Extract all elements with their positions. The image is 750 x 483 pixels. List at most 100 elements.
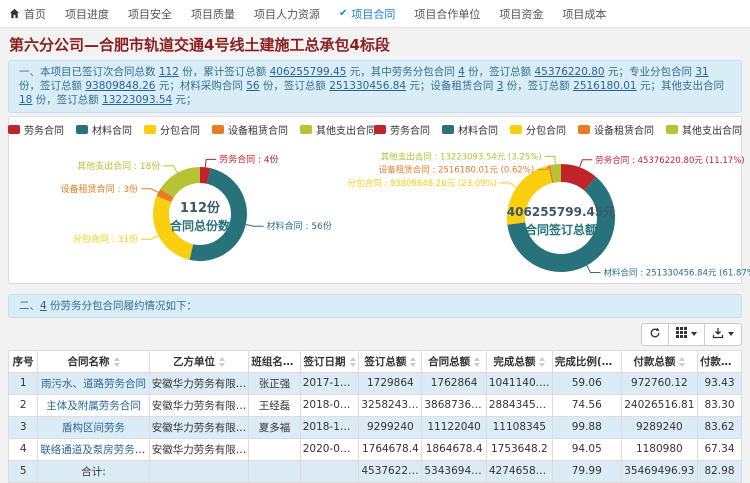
legend-item[interactable]: 分包合同 [510, 122, 566, 137]
contract-name-link[interactable]: 主体及附属劳务合同 [46, 400, 141, 412]
sort-icon [114, 357, 120, 367]
summary-number-link[interactable]: 56 [246, 80, 259, 92]
col-header-label: 付款比例(%) [700, 356, 742, 368]
nav-item-2[interactable]: 项目安全 [128, 6, 172, 22]
col-header-10[interactable]: 付款比例(%) [697, 350, 741, 372]
contract-name-link[interactable]: 盾构区间劳务 [62, 422, 125, 434]
cell-no: 5 [9, 460, 38, 482]
slice-callout: 设备租赁合同 : 2516180.01元 (0.62%) [379, 164, 534, 175]
cell-date: 2018-10-10 [300, 416, 359, 438]
callout-line [500, 182, 517, 187]
summary-number-link[interactable]: 45376220.80 [534, 66, 604, 78]
col-header-8[interactable]: 完成比例(%) [552, 350, 621, 372]
table-header-row: 序号合同名称乙方单位班组名称签订日期签订总额 合同总额 完成总额完成比例(%)付款总… [9, 350, 742, 372]
col-header-9[interactable]: 付款总额 [621, 350, 697, 372]
nav-item-6[interactable]: 项目合作单位 [414, 6, 480, 22]
cell-no: 1 [9, 372, 38, 394]
section2-number-link[interactable]: 4 [40, 300, 47, 312]
chart-legend: 劳务合同 材料合同分包合同设备租赁合同其他支出合同 [9, 117, 375, 137]
cell-no: 2 [9, 394, 38, 416]
col-header-4[interactable]: 签订日期 [300, 350, 359, 372]
cell-signed: 1764678.4 [359, 438, 422, 460]
col-header-label: 签订总额 [364, 356, 406, 368]
text-segment: 元；其他支出合同 [637, 80, 724, 92]
col-header-7[interactable]: 完成总额 [486, 350, 552, 372]
cell-completed_pct: 94.05 [552, 438, 621, 460]
contract-amount-donut: 其他支出合同 : 13223093.54元 (3.25%)设备租赁合同 : 25… [375, 139, 741, 283]
cell-team: 张正强 [249, 372, 300, 394]
legend-item[interactable]: 设备租赁合同 [212, 122, 288, 137]
cell-team: 王经磊 [249, 394, 300, 416]
nav-item-5[interactable]: ✔项目合同 [339, 6, 395, 22]
nav-item-8[interactable]: 项目成本 [562, 6, 606, 22]
cell-paid: 972760.12 [621, 372, 697, 394]
legend-item[interactable]: 分包合同 [144, 122, 200, 137]
export-button[interactable] [704, 323, 742, 346]
refresh-button[interactable] [641, 323, 669, 346]
legend-chip [510, 125, 522, 134]
sort-icon [350, 357, 356, 367]
table-row: 4联络通道及泵房劳务合同安徽华力劳务有限公司2020-05-211764678.… [9, 438, 742, 460]
nav-item-label: 首页 [24, 6, 46, 22]
cell-no: 4 [9, 438, 38, 460]
cell-date: 2018-06-01 [300, 394, 359, 416]
cell-total: 53436942.61 [422, 460, 487, 482]
col-header-6[interactable]: 合同总额 [422, 350, 487, 372]
nav-item-3[interactable]: 项目质量 [191, 6, 235, 22]
donut-center-label: 合同总份数 [170, 218, 231, 233]
col-header-1[interactable]: 合同名称 [38, 350, 149, 372]
legend-label: 材料合同 [92, 122, 132, 137]
legend-item[interactable]: 劳务合同 [374, 122, 430, 137]
col-header-0: 序号 [9, 350, 38, 372]
nav-item-7[interactable]: 项目资金 [499, 6, 543, 22]
cell-paid_pct: 67.34 [697, 438, 741, 460]
col-header-5[interactable]: 签订总额 [359, 350, 422, 372]
text-segment: 份，签订总额 [19, 80, 85, 92]
slice-callout: 劳务合同 : 4份 [219, 153, 278, 165]
text-segment: 元； [172, 94, 196, 106]
col-header-2[interactable]: 乙方单位 [149, 350, 249, 372]
summary-number-link[interactable]: 2516180.01 [573, 80, 636, 92]
callout-line [246, 224, 264, 226]
table-row: 1雨污水、道路劳务合同安徽华力劳务有限公司张正强2017-11-21172986… [9, 372, 742, 394]
col-header-label: 序号 [13, 356, 34, 368]
contract-count-donut: 其他支出合同 : 18份设备租赁合同 : 3份分包合同 : 31份劳务合同 : … [9, 139, 375, 283]
summary-number-link[interactable]: 31 [695, 66, 708, 78]
nav-item-1[interactable]: 项目进度 [65, 6, 109, 22]
cell-name: 合计: [38, 460, 149, 482]
text-segment: 份，累计签订总额 [179, 66, 270, 78]
nav-item-label: 项目进度 [65, 6, 109, 22]
columns-button[interactable] [668, 323, 705, 346]
cell-paid_pct: 93.43 [697, 372, 741, 394]
legend-item[interactable]: 材料合同 [76, 122, 132, 137]
summary-number-link[interactable]: 251330456.84 [329, 80, 406, 92]
legend-item[interactable]: 其他支出合同 [666, 122, 742, 137]
callout-line [545, 156, 556, 164]
cell-total: 38687360.21 [422, 394, 487, 416]
nav-item-0[interactable]: 首页 [9, 6, 46, 22]
legend-item[interactable]: 设备租赁合同 [578, 122, 654, 137]
legend-label: 其他支出合同 [682, 122, 742, 137]
contract-name-link[interactable]: 雨污水、道路劳务合同 [41, 378, 146, 390]
summary-number-link[interactable]: 4 [458, 66, 465, 78]
cell-paid_pct: 83.30 [697, 394, 741, 416]
summary-number-link[interactable]: 18 [19, 94, 32, 106]
col-header-3[interactable]: 班组名称 [249, 350, 300, 372]
table-row: 2主体及附属劳务合同安徽华力劳务有限公司王经磊2018-06-013258243… [9, 394, 742, 416]
legend-item[interactable]: 其他支出合同 [300, 122, 376, 137]
summary-number-link[interactable]: 406255799.45 [270, 66, 347, 78]
cell-name: 主体及附属劳务合同 [38, 394, 149, 416]
cell-paid_pct: 82.98 [697, 460, 741, 482]
text-segment: 二、 [19, 300, 40, 312]
legend-item[interactable]: 材料合同 [442, 122, 498, 137]
nav-item-4[interactable]: 项目人力资源 [254, 6, 320, 22]
cell-paid: 9289240 [621, 416, 697, 438]
nav-item-label: 项目合同 [351, 6, 395, 22]
summary-number-link[interactable]: 13223093.54 [102, 94, 172, 106]
legend-item[interactable]: 劳务合同 [8, 122, 64, 137]
col-header-label: 合同总额 [428, 356, 470, 368]
summary-number-link[interactable]: 93809848.26 [85, 80, 155, 92]
contract-name-link[interactable]: 联络通道及泵房劳务合同 [40, 444, 149, 456]
cell-signed: 9299240 [359, 416, 422, 438]
summary-number-link[interactable]: 112 [159, 66, 179, 78]
